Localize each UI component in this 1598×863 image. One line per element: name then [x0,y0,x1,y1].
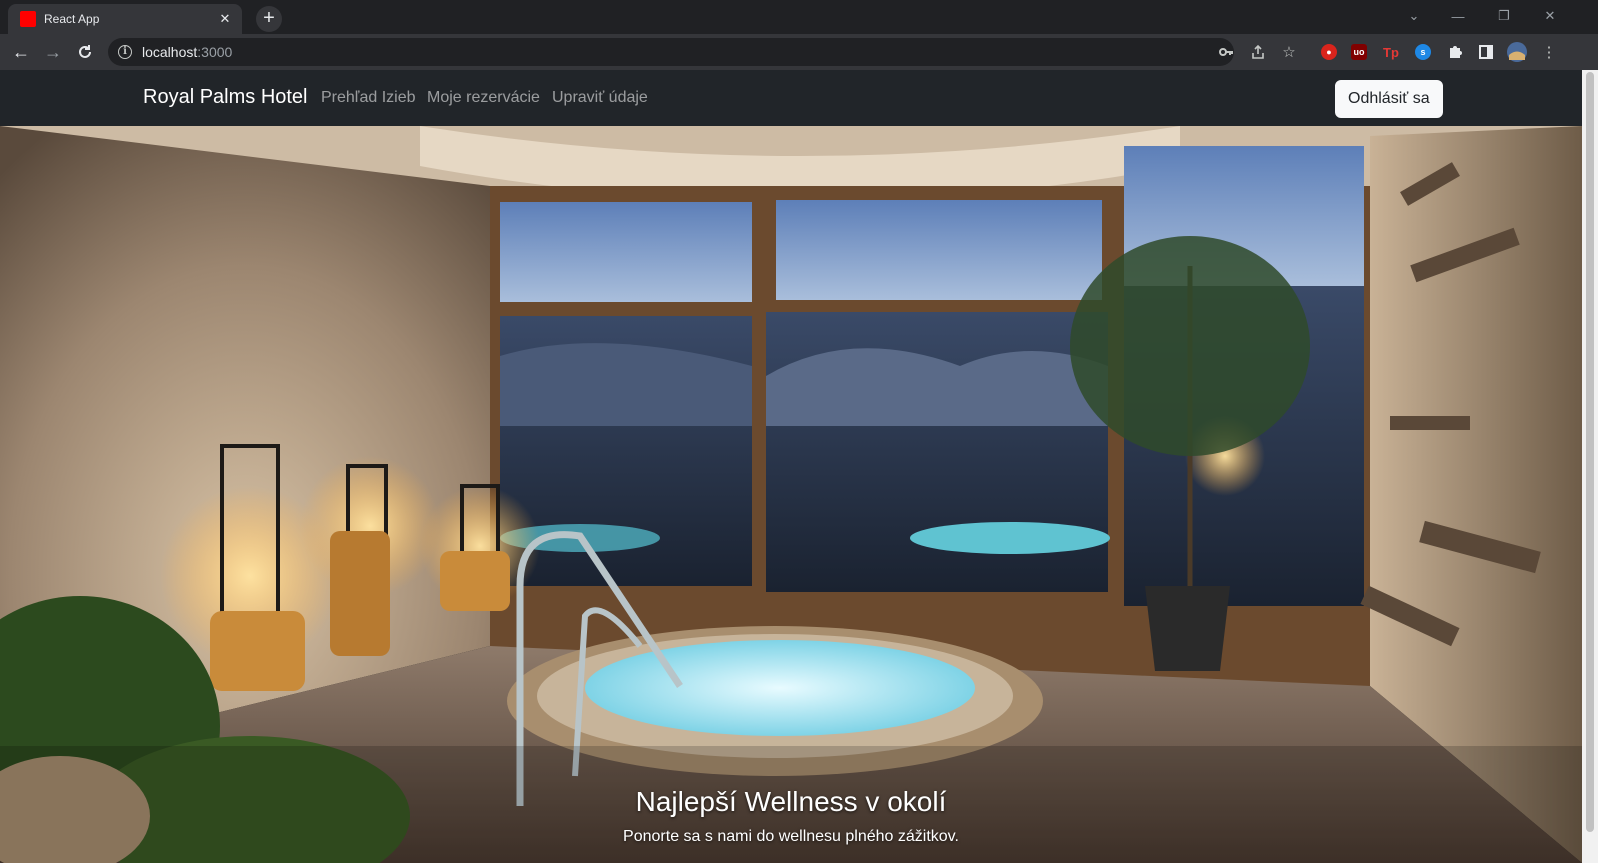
tab-title: React App [44,12,100,26]
hero-image [0,126,1582,863]
minimize-icon[interactable]: — [1440,4,1476,28]
nav-link-edit-profile[interactable]: Upraviť údaje [552,89,648,107]
url-host: localhost [142,44,198,60]
star-icon[interactable]: ☆ [1279,42,1299,62]
scrollbar-thumb[interactable] [1586,72,1594,832]
new-tab-button[interactable]: + [256,6,282,32]
close-window-icon[interactable]: ✕ [1532,4,1568,28]
key-icon[interactable] [1216,42,1236,62]
back-icon[interactable]: ← [8,40,34,64]
browser-tabstrip: React App ✕ + ⌄ — ❐ ✕ [0,0,1598,34]
hero-carousel: Najlepší Wellness v okolí Ponorte sa s n… [0,126,1582,863]
hero-caption-text: Ponorte sa s nami do wellnesu plného záž… [623,828,959,845]
page-scrollbar[interactable] [1582,70,1598,863]
web-page: Royal Palms Hotel Prehľad Izieb Moje rez… [0,70,1582,863]
url-port: :3000 [197,44,233,60]
site-navbar: Royal Palms Hotel Prehľad Izieb Moje rez… [0,70,1582,126]
tab-search-icon[interactable]: ⌄ [1396,4,1432,28]
ublock-extension-icon[interactable]: uo [1351,44,1367,60]
address-bar[interactable]: i localhost:3000 [108,38,1234,66]
logout-button[interactable]: Odhlásiť sa [1335,80,1443,118]
translate-extension-icon[interactable]: Tp [1383,44,1399,60]
reload-icon[interactable] [72,40,98,64]
sidepanel-icon[interactable] [1476,42,1496,62]
restore-icon[interactable]: ❐ [1486,4,1522,28]
nav-link-reservations[interactable]: Moje rezervácie [427,89,540,107]
forward-icon[interactable]: → [40,40,66,64]
close-tab-icon[interactable]: ✕ [216,10,234,28]
profile-icon[interactable] [1507,42,1527,62]
info-icon[interactable]: i [118,45,132,59]
hero-caption-title: Najlepší Wellness v okolí [635,786,947,817]
sync-extension-icon[interactable]: s [1415,44,1431,60]
puzzle-icon[interactable] [1445,42,1465,62]
share-icon[interactable] [1248,42,1268,62]
nav-link-rooms[interactable]: Prehľad Izieb [321,89,416,107]
browser-toolbar: ← → i localhost:3000 ☆ ● uo Tp s ⋮ [0,34,1598,70]
brand-link[interactable]: Royal Palms Hotel [143,86,308,109]
menu-icon[interactable]: ⋮ [1539,42,1559,62]
react-favicon-icon [20,11,36,27]
adblock-extension-icon[interactable]: ● [1321,44,1337,60]
browser-tab[interactable]: React App ✕ [8,4,242,34]
